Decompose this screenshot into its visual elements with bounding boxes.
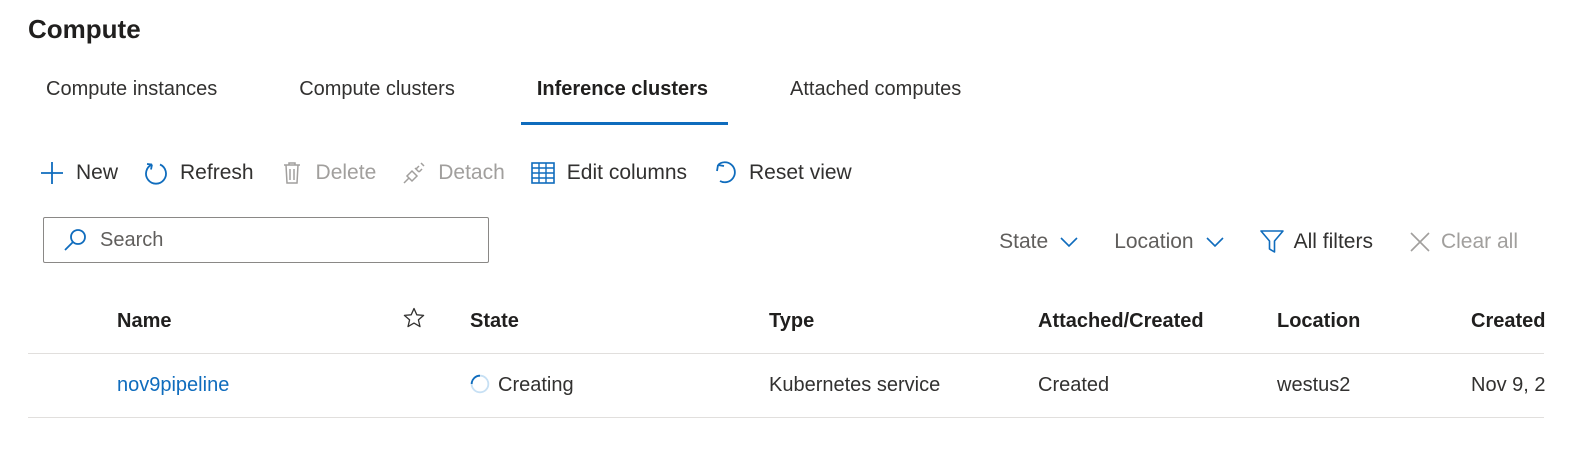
clear-all-label: Clear all: [1440, 230, 1518, 253]
location-filter-dropdown[interactable]: Location: [1114, 230, 1224, 254]
close-icon: [1409, 231, 1431, 253]
column-header-created[interactable]: Created: [1471, 310, 1545, 333]
state-filter-dropdown[interactable]: State: [999, 230, 1078, 254]
column-header-location[interactable]: Location: [1277, 310, 1360, 333]
state-filter-label: State: [999, 230, 1049, 253]
state-cell: Creating: [470, 374, 574, 397]
clear-all-button[interactable]: Clear all: [1409, 230, 1518, 254]
reset-view-button-label: Reset view: [749, 161, 852, 184]
command-bar: New Refresh Delete Detach Edit columns R…: [38, 156, 876, 190]
created-cell: Nov 9, 2: [1471, 374, 1546, 396]
edit-columns-button[interactable]: Edit columns: [529, 159, 687, 187]
state-text: Creating: [498, 374, 574, 396]
detach-button[interactable]: Detach: [400, 159, 505, 187]
detach-button-label: Detach: [438, 161, 505, 184]
filter-bar: State Location All filters Clear all: [963, 226, 1518, 258]
delete-button-label: Delete: [315, 161, 377, 184]
divider: [28, 417, 1544, 418]
chevron-down-icon: [1060, 236, 1078, 248]
refresh-button-label: Refresh: [180, 161, 254, 184]
table-row[interactable]: nov9pipeline Creating Kubernetes service…: [0, 372, 1574, 402]
type-cell: Kubernetes service: [769, 374, 941, 396]
column-header-attached-created[interactable]: Attached/Created: [1038, 310, 1204, 333]
all-filters-label: All filters: [1293, 230, 1373, 253]
tab-compute-clusters[interactable]: Compute clusters: [281, 78, 473, 126]
new-button-label: New: [76, 161, 119, 184]
tab-inference-clusters[interactable]: Inference clusters: [519, 78, 729, 126]
tab-bar: Compute instances Compute clusters Infer…: [28, 78, 1025, 126]
tab-attached-computes[interactable]: Attached computes: [772, 78, 979, 126]
undo-icon: [711, 159, 739, 187]
tab-compute-instances[interactable]: Compute instances: [28, 78, 235, 126]
table-header: Name State Type Attached/Created Locatio…: [0, 307, 1574, 337]
star-icon[interactable]: [403, 307, 425, 335]
loading-spinner-icon: [470, 374, 490, 394]
column-header-state[interactable]: State: [470, 310, 519, 333]
search-icon: [62, 227, 88, 253]
location-filter-label: Location: [1114, 230, 1194, 253]
delete-button[interactable]: Delete: [278, 159, 377, 187]
search-box[interactable]: [43, 217, 489, 263]
all-filters-button[interactable]: All filters: [1259, 229, 1373, 255]
refresh-icon: [142, 159, 170, 187]
reset-view-button[interactable]: Reset view: [711, 159, 852, 187]
search-input[interactable]: [98, 227, 462, 253]
column-header-type[interactable]: Type: [769, 310, 814, 333]
plus-icon: [38, 159, 66, 187]
divider: [28, 353, 1544, 354]
new-button[interactable]: New: [38, 159, 118, 187]
cluster-name-link[interactable]: nov9pipeline: [117, 374, 229, 397]
edit-columns-button-label: Edit columns: [566, 161, 688, 184]
refresh-button[interactable]: Refresh: [142, 159, 254, 187]
filter-icon: [1259, 229, 1284, 255]
chevron-down-icon: [1206, 236, 1224, 248]
attached-created-cell: Created: [1038, 374, 1110, 396]
column-header-name[interactable]: Name: [117, 310, 171, 333]
trash-icon: [278, 159, 306, 187]
table-edit-icon: [529, 159, 557, 187]
unplug-icon: [400, 159, 428, 187]
location-cell: westus2: [1277, 374, 1351, 396]
page-title: Compute: [28, 14, 141, 44]
